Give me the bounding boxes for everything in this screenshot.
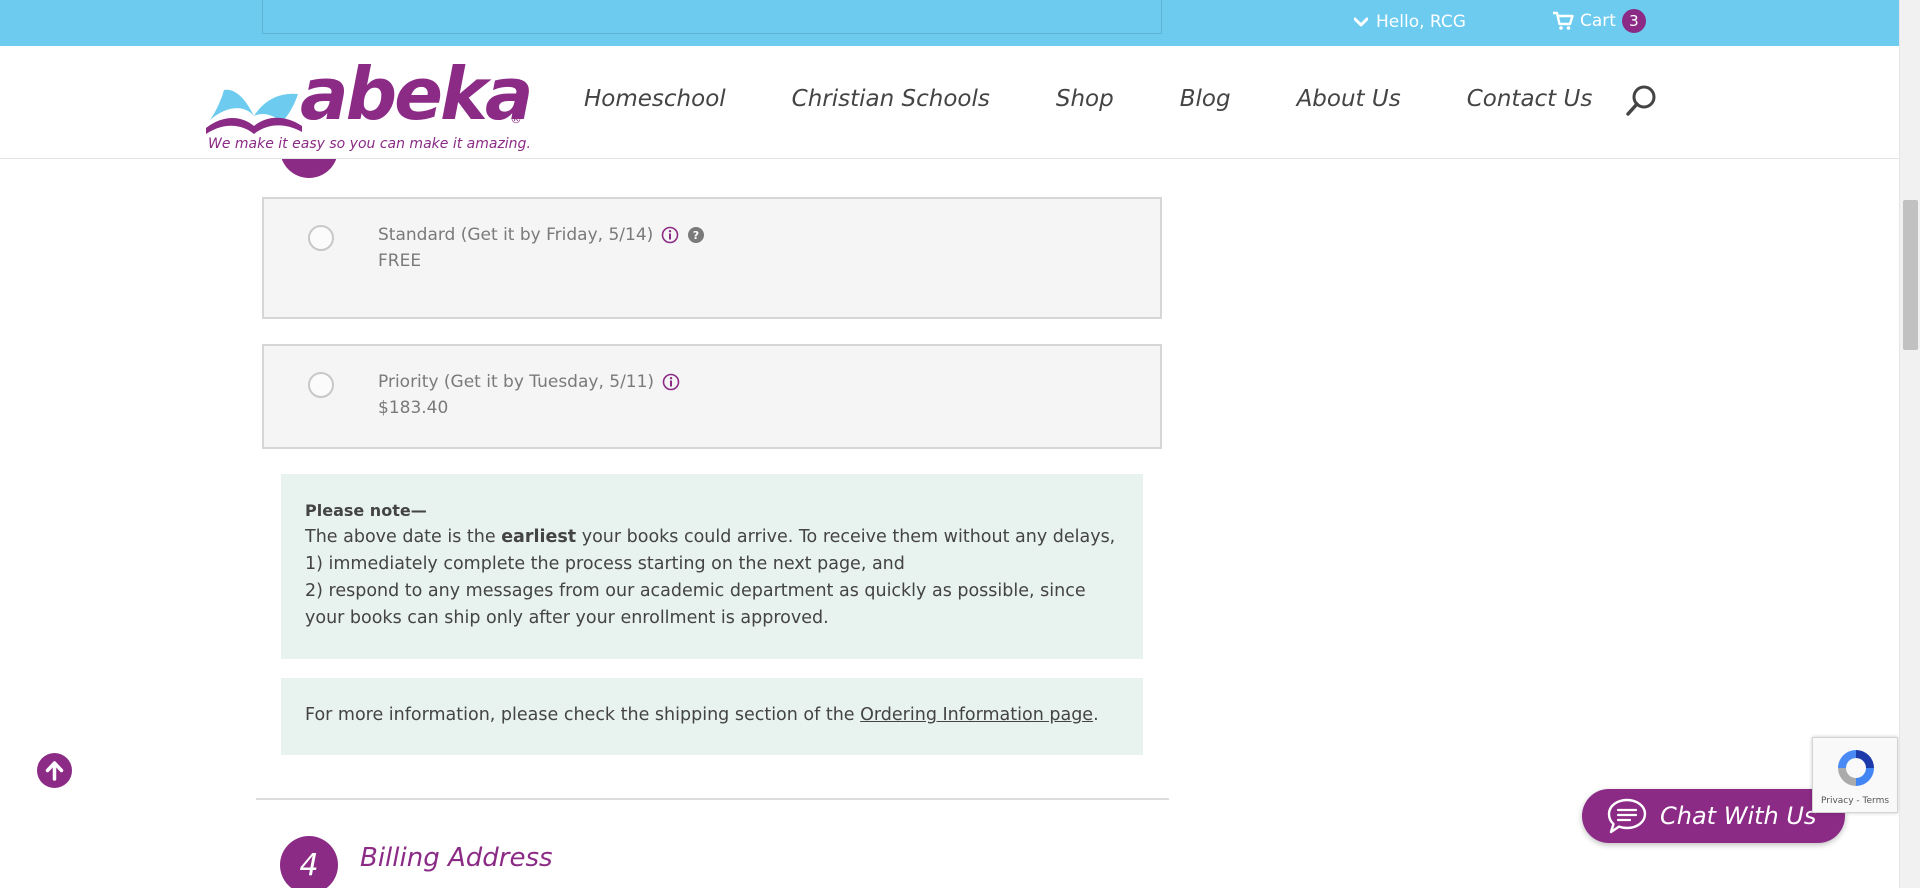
chevron-down-icon bbox=[1354, 17, 1368, 27]
info-icon[interactable] bbox=[661, 226, 679, 244]
account-greeting: Hello, RCG bbox=[1376, 12, 1466, 32]
site-header: abeka ® We make it easy so you can make … bbox=[0, 46, 1899, 159]
main-nav: Homeschool Christian Schools Shop Blog A… bbox=[584, 84, 1592, 114]
billing-step-number: 4 bbox=[280, 836, 338, 888]
cart-label: Cart bbox=[1580, 11, 1616, 31]
search-button[interactable] bbox=[1624, 84, 1658, 118]
shipping-option-priority[interactable]: Priority (Get it by Tuesday, 5/11) $183.… bbox=[262, 344, 1162, 449]
chat-bubble-icon bbox=[1607, 798, 1647, 834]
nav-about-us[interactable]: About Us bbox=[1297, 86, 1401, 112]
logo-registered-mark: ® bbox=[510, 112, 522, 126]
info-icon[interactable] bbox=[662, 373, 680, 391]
chat-with-us-button[interactable]: Chat With Us bbox=[1582, 789, 1845, 843]
scrollbar-thumb[interactable] bbox=[1903, 200, 1918, 350]
recaptcha-terms[interactable]: Privacy - Terms bbox=[1813, 796, 1897, 806]
cart-link[interactable]: Cart 3 bbox=[1552, 8, 1646, 34]
priority-label-row: Priority (Get it by Tuesday, 5/11) bbox=[378, 372, 680, 392]
back-to-top-button[interactable] bbox=[37, 753, 72, 788]
note-line-3: 2) respond to any messages from our acad… bbox=[305, 581, 1086, 628]
note-line-1: The above date is the earliest your book… bbox=[305, 527, 1116, 547]
page-scrollbar[interactable] bbox=[1899, 0, 1920, 888]
note-line-2: 1) immediately complete the process star… bbox=[305, 554, 905, 574]
shipping-info: For more information, please check the s… bbox=[281, 678, 1143, 755]
chat-label: Chat With Us bbox=[1660, 802, 1817, 830]
logo-wordmark: abeka bbox=[300, 52, 533, 136]
cart-count-badge: 3 bbox=[1621, 9, 1646, 33]
standard-price: FREE bbox=[378, 251, 422, 271]
standard-radio[interactable] bbox=[308, 225, 334, 251]
note-title: Please note— bbox=[305, 501, 427, 520]
section-divider bbox=[256, 798, 1169, 800]
shipping-step-box-partial bbox=[262, 0, 1162, 34]
priority-label: Priority (Get it by Tuesday, 5/11) bbox=[378, 372, 655, 392]
cart-icon bbox=[1553, 11, 1574, 30]
logo-tagline: We make it easy so you can make it amazi… bbox=[208, 136, 531, 152]
priority-text: Priority (Get it by Tuesday, 5/11) $183.… bbox=[378, 372, 680, 418]
note-emphasis: earliest bbox=[501, 527, 577, 547]
shipping-option-standard[interactable]: Standard (Get it by Friday, 5/14) ? FREE bbox=[262, 197, 1162, 319]
nav-blog[interactable]: Blog bbox=[1180, 86, 1231, 112]
standard-label-row: Standard (Get it by Friday, 5/14) ? bbox=[378, 225, 705, 245]
ordering-information-link[interactable]: Ordering Information page bbox=[860, 705, 1093, 725]
nav-contact-us[interactable]: Contact Us bbox=[1467, 86, 1593, 112]
abeka-logo[interactable]: abeka ® We make it easy so you can make … bbox=[206, 58, 533, 156]
standard-label: Standard (Get it by Friday, 5/14) bbox=[378, 225, 654, 245]
priority-price: $183.40 bbox=[378, 398, 449, 418]
nav-homeschool[interactable]: Homeschool bbox=[584, 86, 726, 112]
recaptcha-badge[interactable]: Privacy - Terms bbox=[1812, 737, 1898, 813]
nav-christian-schools[interactable]: Christian Schools bbox=[792, 86, 990, 112]
svg-text:?: ? bbox=[693, 229, 699, 242]
help-icon[interactable]: ? bbox=[687, 226, 705, 244]
billing-section-title[interactable]: Billing Address bbox=[360, 843, 553, 873]
arrow-up-icon bbox=[45, 761, 64, 781]
standard-text: Standard (Get it by Friday, 5/14) ? FREE bbox=[378, 225, 705, 271]
info-text: For more information, please check the s… bbox=[305, 705, 861, 725]
search-icon bbox=[1626, 85, 1656, 116]
recaptcha-logo-icon bbox=[1838, 750, 1874, 786]
nav-shop[interactable]: Shop bbox=[1056, 86, 1114, 112]
account-menu[interactable]: Hello, RCG bbox=[1354, 10, 1466, 34]
top-utility-bar: Hello, RCG Cart 3 bbox=[0, 0, 1899, 46]
shipping-note: Please note— The above date is the earli… bbox=[281, 474, 1143, 659]
book-logo-icon bbox=[206, 89, 302, 134]
priority-radio[interactable] bbox=[308, 372, 334, 398]
